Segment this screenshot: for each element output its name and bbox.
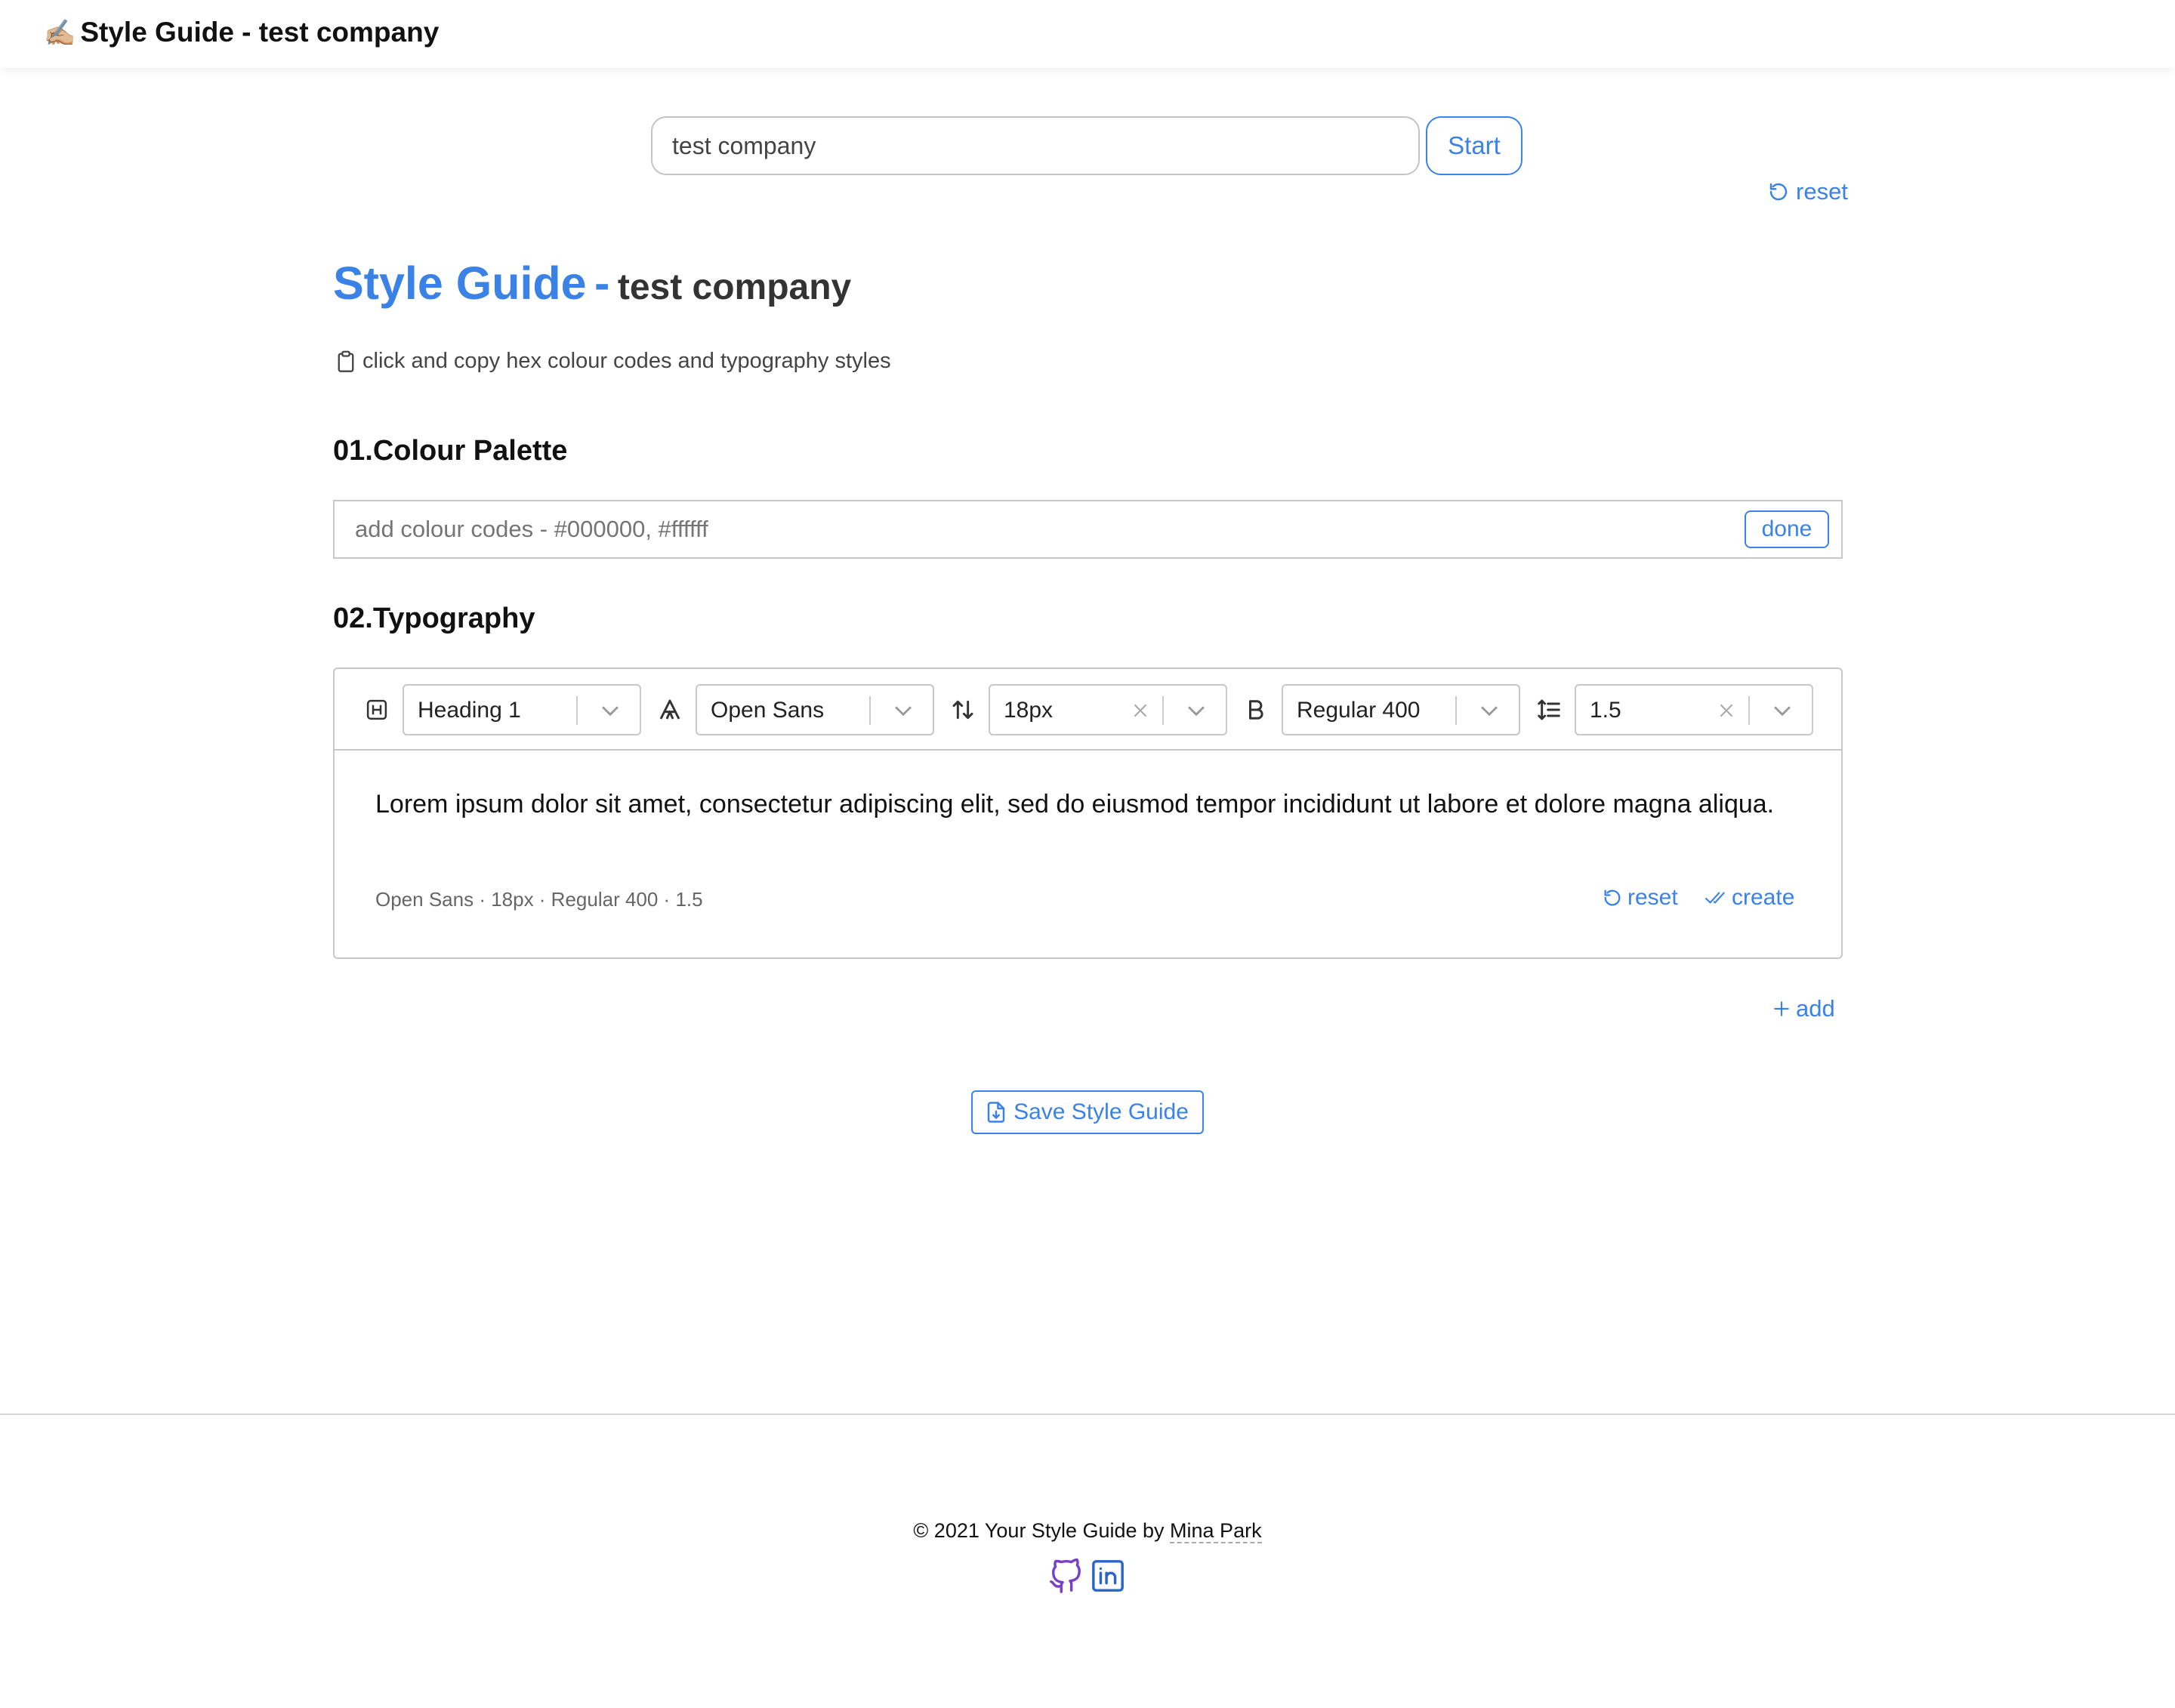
page-title-main: Style Guide: [333, 257, 587, 309]
font-family-value: Open Sans: [711, 698, 825, 723]
chevron-down-icon: [1188, 706, 1205, 717]
font-size-icon: [948, 695, 978, 725]
page-title: Style Guide - test company: [333, 257, 851, 310]
chevron-down-icon: [602, 706, 619, 717]
file-download-icon: [987, 1102, 1005, 1123]
create-label: create: [1732, 885, 1795, 910]
heading-icon: [362, 695, 392, 725]
chevron-down-icon: [1774, 706, 1791, 717]
clear-icon[interactable]: [1131, 701, 1150, 720]
font-family-select[interactable]: Open Sans: [696, 684, 934, 735]
clear-icon[interactable]: [1717, 701, 1736, 720]
typography-card: Heading 1 Open Sans 18px Regular 400 1.5…: [333, 667, 1843, 959]
line-height-select[interactable]: 1.5: [1575, 684, 1813, 735]
linkedin-icon[interactable]: [1091, 1558, 1125, 1593]
start-button[interactable]: Start: [1426, 116, 1522, 175]
select-separator: [1162, 696, 1164, 725]
page: ✍🏼Style Guide - test company Start reset…: [0, 0, 2175, 1708]
colour-codes-input[interactable]: [335, 501, 1795, 557]
github-icon[interactable]: [1048, 1558, 1083, 1593]
typography-sample-text: Lorem ipsum dolor sit amet, consectetur …: [375, 790, 1775, 819]
top-nav-bar: ✍🏼 Style Guide - test company: [0, 0, 2175, 68]
done-button[interactable]: done: [1745, 510, 1829, 548]
line-height-value: 1.5: [1590, 698, 1621, 723]
copyright-text: © 2021 Your Style Guide by: [913, 1519, 1171, 1542]
select-separator: [1748, 696, 1750, 725]
plus-icon: [1774, 1001, 1789, 1016]
double-check-icon: [1705, 892, 1725, 904]
app-brand[interactable]: ✍🏼 Style Guide - test company: [44, 17, 439, 48]
save-label: Save Style Guide: [1013, 1099, 1189, 1124]
typography-reset-link[interactable]: reset: [1602, 885, 1678, 911]
select-separator: [576, 696, 578, 725]
copy-hint: click and copy hex colour codes and typo…: [335, 349, 891, 374]
copy-hint-text: click and copy hex colour codes and typo…: [362, 349, 891, 373]
typography-toolbar: Heading 1 Open Sans 18px Regular 400 1.5: [335, 669, 1841, 751]
chevron-down-icon: [1481, 706, 1498, 717]
bold-icon: [1241, 695, 1271, 725]
colour-palette-title: 01.Colour Palette: [333, 435, 568, 467]
reset-icon: [1604, 889, 1621, 906]
page-title-dash: -: [594, 257, 610, 309]
author-link[interactable]: Mina Park: [1170, 1519, 1262, 1543]
reset-icon: [1769, 183, 1788, 201]
save-style-guide-button[interactable]: Save Style Guide: [971, 1090, 1204, 1134]
reset-company-link[interactable]: reset: [1767, 177, 1848, 207]
typography-meta: Open Sans · 18px · Regular 400 · 1.5: [375, 888, 703, 911]
typography-create-link[interactable]: create: [1705, 885, 1794, 911]
font-weight-value: Regular 400: [1297, 698, 1421, 723]
heading-level-select[interactable]: Heading 1: [403, 684, 641, 735]
company-name-input[interactable]: [651, 116, 1420, 175]
font-size-value: 18px: [1004, 698, 1054, 723]
writing-hand-icon: ✍🏼: [44, 19, 76, 48]
heading-level-value: Heading 1: [418, 698, 521, 723]
add-typography-link[interactable]: add: [1772, 995, 1835, 1022]
colour-palette-box: done: [333, 500, 1843, 559]
select-separator: [1455, 696, 1457, 725]
footer-divider: [0, 1414, 2175, 1415]
font-size-select[interactable]: 18px: [989, 684, 1227, 735]
select-separator: [869, 696, 871, 725]
chevron-down-icon: [895, 706, 912, 717]
page-title-company: test company: [617, 267, 852, 307]
line-height-icon: [1534, 695, 1564, 725]
typography-title: 02.Typography: [333, 603, 535, 634]
add-label: add: [1796, 995, 1835, 1022]
font-weight-select[interactable]: Regular 400: [1282, 684, 1520, 735]
footer-copyright: © 2021 Your Style Guide by Mina Park: [0, 1519, 2175, 1543]
clipboard-icon: [338, 350, 354, 372]
font-family-icon: [655, 695, 685, 725]
reset-label: reset: [1796, 178, 1848, 205]
reset-label: reset: [1627, 885, 1678, 910]
app-title: Style Guide - test company: [80, 17, 440, 48]
